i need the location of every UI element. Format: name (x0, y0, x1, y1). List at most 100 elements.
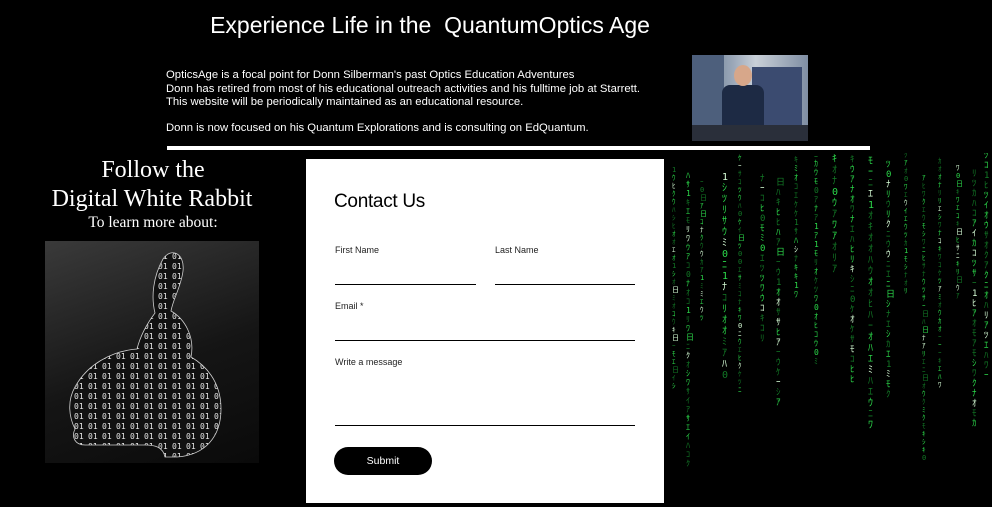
matrix-glyph: ﾐ (672, 294, 676, 302)
matrix-glyph: ﾐ (922, 406, 926, 414)
matrix-glyph: 1 (972, 289, 977, 299)
matrix-glyph: ｺ (984, 161, 989, 171)
matrix-glyph: ｵ (984, 210, 989, 221)
matrix-glyph: ﾊ (686, 171, 690, 180)
digital-rabbit-image[interactable]: 01 (45, 241, 259, 463)
matrix-glyph: ﾅ (886, 309, 891, 320)
matrix-glyph: 1 (904, 247, 908, 255)
matrix-glyph: ｳ (922, 214, 926, 222)
matrix-glyph: ｻ (984, 230, 989, 241)
matrix-glyph: ｳ (738, 194, 742, 202)
page-bottom-edge (0, 503, 992, 507)
matrix-glyph: 日 (922, 326, 929, 334)
matrix-glyph: ｹ (794, 200, 798, 209)
matrix-glyph: 日 (672, 334, 679, 342)
matrix-glyph: ｱ (686, 405, 690, 414)
matrix-glyph: ﾊ (984, 301, 989, 311)
matrix-glyph: ﾅ (738, 298, 742, 306)
matrix-glyph: ｴ (886, 270, 891, 280)
matrix-glyph: 0 (722, 370, 728, 381)
matrix-glyph: ｵ (722, 325, 727, 337)
matrix-glyph: ﾊ (984, 351, 989, 361)
matrix-glyph: ﾘ (886, 210, 891, 220)
matrix-glyph: ｱ (832, 209, 837, 220)
matrix-glyph: ｲ (686, 432, 690, 441)
matrix-glyph: ﾆ (886, 230, 891, 240)
matrix-glyph: ﾊ (794, 236, 798, 245)
matrix-glyph: ｳ (686, 243, 690, 252)
matrix-glyph: ﾐ (738, 282, 742, 290)
email-field[interactable] (335, 340, 635, 341)
matrix-glyph: ﾜ (956, 196, 960, 204)
matrix-glyph: ﾘ (686, 225, 690, 234)
matrix-glyph: ｼ (886, 300, 891, 310)
matrix-glyph: ﾆ (722, 260, 727, 271)
matrix-glyph: ｺ (722, 293, 727, 304)
matrix-glyph: ｲ (738, 226, 742, 234)
matrix-glyph: 0 (814, 348, 819, 357)
last-name-field[interactable] (495, 284, 635, 285)
matrix-glyph: ｷ (850, 265, 855, 275)
matrix-glyph: ﾂ (904, 231, 908, 239)
matrix-glyph: ｺ (738, 290, 742, 298)
matrix-glyph: ﾊ (686, 441, 690, 450)
matrix-glyph: ｺ (760, 194, 765, 204)
matrix-glyph: ｹ (794, 209, 798, 218)
matrix-glyph: 1 (814, 240, 819, 249)
matrix-glyph: ﾓ (904, 255, 908, 263)
matrix-glyph: ﾋ (738, 354, 742, 362)
last-name-label: Last Name (495, 245, 539, 255)
matrix-glyph: 日 (956, 228, 963, 236)
matrix-glyph: ｷ (738, 306, 742, 314)
matrix-glyph: ｷ (760, 314, 765, 324)
matrix-glyph: ﾊ (776, 228, 781, 238)
matrix-glyph: 0 (814, 186, 819, 195)
matrix-glyph: ﾘ (722, 304, 727, 315)
matrix-glyph: ｳ (776, 357, 781, 368)
matrix-glyph: ｵ (938, 173, 942, 181)
matrix-glyph: ﾊ (722, 359, 727, 370)
first-name-field[interactable] (335, 284, 476, 285)
matrix-glyph: ｳ (850, 164, 855, 175)
matrix-glyph: ｱ (832, 264, 837, 275)
matrix-glyph: ｱ (922, 342, 926, 350)
matrix-glyph: ｴ (850, 225, 855, 235)
matrix-glyph: ｰ (868, 321, 873, 332)
matrix-glyph: ｵ (672, 238, 676, 246)
matrix-glyph: ｶ (972, 188, 977, 199)
matrix-glyph: ﾊ (868, 376, 873, 387)
message-field[interactable] (335, 425, 635, 426)
matrix-glyph: ｱ (904, 159, 908, 167)
matrix-glyph: ｱ (832, 231, 837, 242)
matrix-glyph: ﾂ (886, 160, 891, 170)
matrix-glyph: ｻ (850, 334, 855, 345)
matrix-glyph: ﾆ (850, 285, 855, 295)
matrix-glyph: ﾐ (700, 290, 704, 298)
matrix-glyph: ｴ (904, 215, 908, 223)
matrix-glyph: ﾘ (886, 190, 891, 200)
matrix-glyph: ﾅ (904, 271, 908, 279)
matrix-glyph: ﾆ (922, 366, 926, 374)
matrix-glyph: ｰ (776, 348, 781, 358)
matrix-glyph: ﾊ (738, 202, 742, 210)
contact-form: Contact Us First Name Last Name Email * … (306, 159, 664, 503)
matrix-glyph: ﾅ (760, 173, 765, 184)
matrix-glyph: ｻ (922, 294, 926, 302)
matrix-glyph: ﾂ (760, 264, 765, 274)
matrix-glyph: ﾓ (850, 345, 855, 355)
submit-button[interactable]: Submit (334, 447, 432, 475)
matrix-glyph: ｴ (868, 354, 873, 365)
matrix-glyph: 1 (722, 172, 728, 183)
rabbit-promo: Follow the Digital White Rabbit To learn… (0, 156, 306, 232)
matrix-glyph: ﾐ (868, 365, 873, 376)
matrix-glyph: ｵ (868, 232, 873, 244)
matrix-glyph: ｼ (686, 369, 690, 378)
matrix-glyph: ｰ (922, 302, 926, 310)
matrix-glyph: ｳ (700, 250, 704, 258)
matrix-glyph: ｲ (904, 207, 908, 215)
matrix-glyph: ｲ (672, 374, 676, 382)
matrix-glyph: 日 (672, 286, 679, 294)
matrix-glyph: ﾆ (886, 280, 891, 290)
matrix-glyph: ﾂ (738, 242, 742, 250)
matrix-glyph: 日 (922, 310, 929, 318)
